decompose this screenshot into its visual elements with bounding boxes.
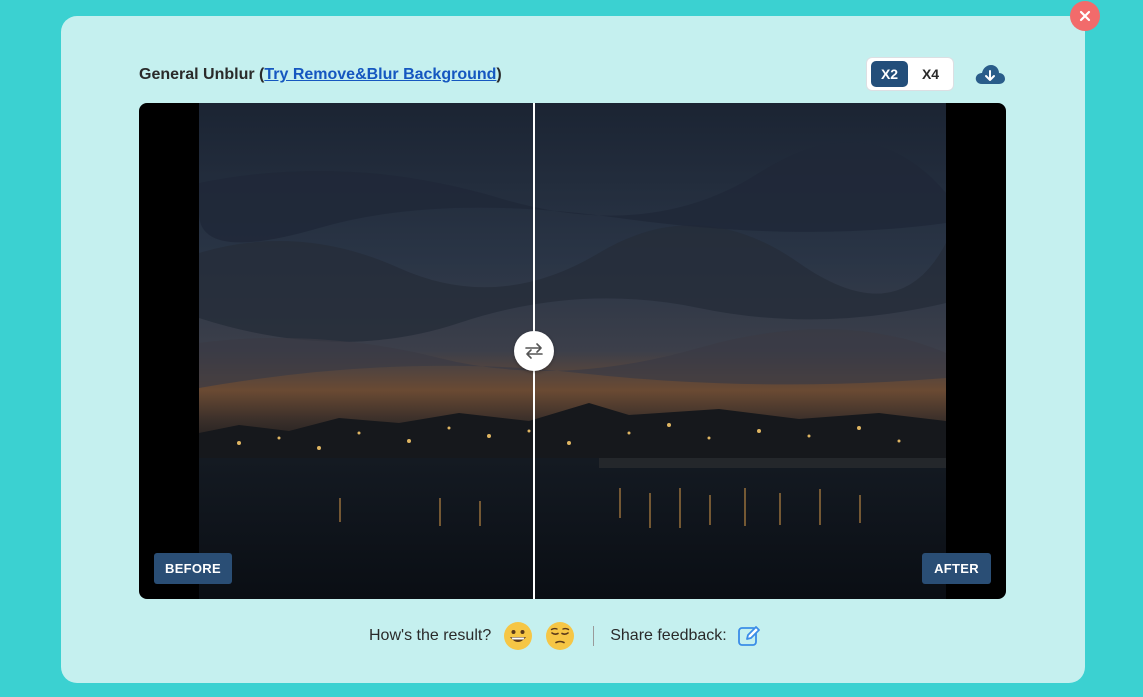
before-label: BEFORE — [154, 553, 232, 584]
scale-toggle: X2 X4 — [866, 57, 954, 91]
unblurred-photo — [199, 103, 946, 599]
scale-x2-button[interactable]: X2 — [871, 61, 908, 87]
close-icon — [1079, 10, 1091, 22]
feedback-question: How's the result? — [369, 627, 492, 644]
title-suffix: ) — [496, 66, 502, 83]
share-feedback-label: Share feedback: — [610, 627, 727, 644]
page-title: General Unblur (Try Remove&Blur Backgrou… — [139, 66, 502, 84]
comparison-slider-handle[interactable] — [514, 331, 554, 371]
remove-blur-background-link[interactable]: Try Remove&Blur Background — [264, 66, 496, 83]
swap-arrows-icon — [525, 343, 543, 359]
comparison-viewer[interactable]: BEFORE AFTER — [139, 103, 1006, 599]
pensive-face-icon[interactable] — [545, 621, 575, 651]
cloud-download-icon — [975, 65, 1005, 84]
unblur-result-modal: General Unblur (Try Remove&Blur Backgrou… — [61, 16, 1085, 683]
feedback-row: How's the result? Share feedback: — [369, 621, 761, 651]
download-button[interactable] — [974, 62, 1006, 88]
feedback-separator — [593, 626, 595, 646]
after-label: AFTER — [922, 553, 991, 584]
scale-x4-button[interactable]: X4 — [912, 61, 949, 87]
grinning-face-icon[interactable] — [503, 621, 533, 651]
title-prefix: General Unblur ( — [139, 66, 265, 83]
close-button[interactable] — [1070, 1, 1100, 31]
edit-icon[interactable] — [737, 624, 761, 648]
